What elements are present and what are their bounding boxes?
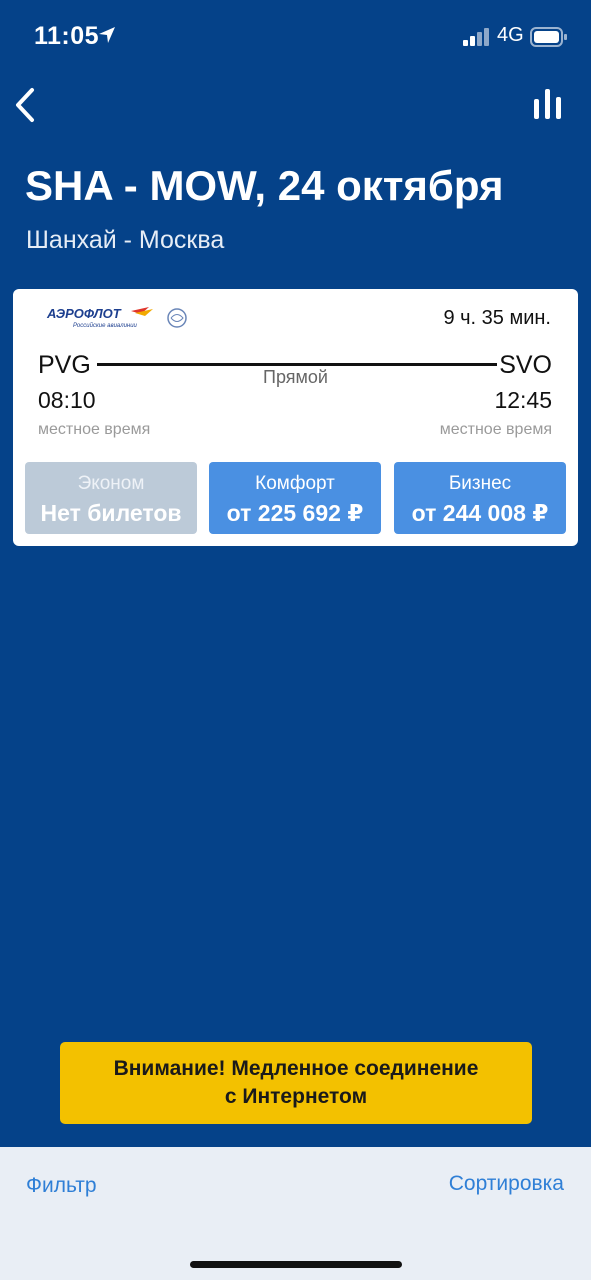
departure-timezone-note: местное время (38, 421, 151, 438)
aeroflot-logo: АЭРОФЛОТ Российские авиалинии (46, 306, 187, 329)
home-indicator[interactable] (190, 1261, 402, 1268)
status-bar: 11:05 4G (0, 0, 591, 70)
sort-button[interactable]: Сортировка (449, 1172, 564, 1196)
fare-name: Бизнес (448, 473, 512, 494)
fare-name: Эконом (77, 473, 145, 494)
fare-economy-button: Эконом Нет билетов (25, 462, 197, 534)
fare-comfort-button[interactable]: Комфорт от 225 692 ₽ (209, 462, 381, 534)
cellular-signal-icon (463, 28, 489, 46)
route-type: Прямой (263, 367, 328, 387)
route-line (97, 363, 497, 366)
back-button[interactable] (10, 85, 50, 125)
network-type: 4G (497, 24, 524, 46)
arrival-timezone-note: местное время (439, 421, 552, 438)
arrival-time: 12:45 (494, 387, 552, 413)
svg-text:АЭРОФЛОТ: АЭРОФЛОТ (46, 306, 122, 321)
fare-business-button[interactable]: Бизнес от 244 008 ₽ (394, 462, 566, 534)
warning-line-2: с Интернетом (224, 1085, 368, 1108)
status-time: 11:05 (34, 22, 100, 50)
bar-chart-icon (534, 89, 561, 119)
back-chevron-icon (16, 88, 34, 122)
departure-time: 08:10 (38, 387, 96, 413)
flight-duration: 9 ч. 35 мин. (443, 307, 551, 329)
fare-name: Комфорт (255, 473, 335, 494)
fare-price: от 225 692 ₽ (226, 500, 364, 526)
page-subtitle: Шанхай - Москва (26, 226, 225, 254)
stats-button[interactable] (528, 85, 568, 125)
warning-line-1: Внимание! Медленное соединение (113, 1057, 479, 1080)
filter-button[interactable]: Фильтр (26, 1174, 97, 1198)
page-title: SHA - MOW, 24 октября (25, 162, 504, 209)
location-arrow-icon (99, 27, 115, 43)
battery-icon (530, 27, 567, 47)
bottom-toolbar: Фильтр Сортировка (0, 1147, 591, 1280)
fare-price: от 244 008 ₽ (411, 500, 549, 526)
flight-card[interactable]: АЭРОФЛОТ Российские авиалинии 9 ч. 35 ми… (13, 289, 578, 546)
fare-price: Нет билетов (40, 500, 182, 526)
svg-text:Российские авиалинии: Российские авиалинии (73, 322, 138, 329)
slow-connection-warning: Внимание! Медленное соединение с Интерне… (60, 1042, 532, 1124)
